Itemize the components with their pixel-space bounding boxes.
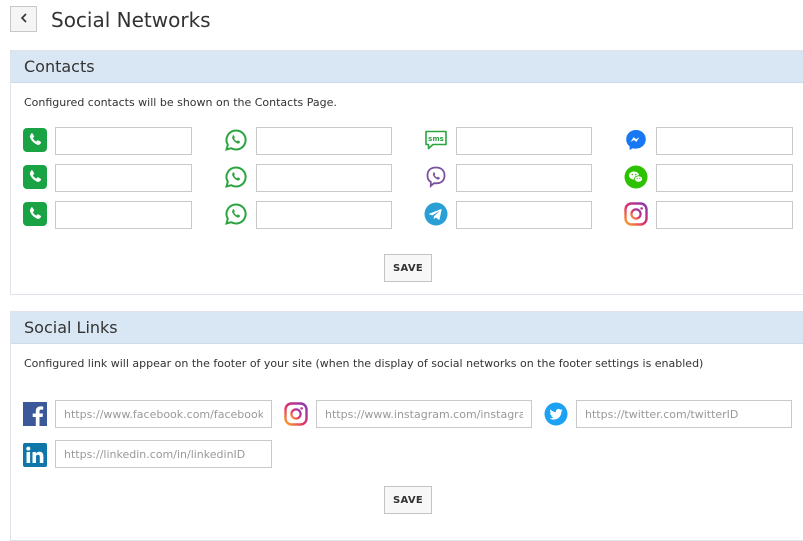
contacts-save-button[interactable]: SAVE <box>384 254 432 282</box>
whatsapp-2-input[interactable] <box>256 164 392 192</box>
phone-icon <box>23 128 47 152</box>
svg-text:sms: sms <box>428 135 444 143</box>
sms-input[interactable] <box>456 127 592 155</box>
instagram-icon <box>624 202 648 226</box>
whatsapp-icon <box>224 202 248 226</box>
phone-1-input[interactable] <box>55 127 192 155</box>
contacts-heading: Contacts <box>11 51 803 83</box>
whatsapp-1-input[interactable] <box>256 127 392 155</box>
contacts-panel: Contacts Configured contacts will be sho… <box>10 50 803 295</box>
whatsapp-icon <box>224 165 248 189</box>
social-links-description: Configured link will appear on the foote… <box>24 357 704 370</box>
twitter-icon <box>544 402 568 426</box>
instagram-icon <box>284 402 308 426</box>
phone-2-input[interactable] <box>55 164 192 192</box>
social-links-save-button[interactable]: SAVE <box>384 486 432 514</box>
sms-icon: sms <box>424 128 448 152</box>
instagram-contact-input[interactable] <box>656 201 793 229</box>
linkedin-icon <box>23 443 47 467</box>
wechat-input[interactable] <box>656 164 793 192</box>
wechat-icon <box>624 165 648 189</box>
social-links-panel: Social Links Configured link will appear… <box>10 311 803 541</box>
whatsapp-icon <box>224 128 248 152</box>
viber-icon <box>424 165 448 189</box>
social-links-heading: Social Links <box>11 312 803 344</box>
chevron-left-icon <box>20 10 28 28</box>
telegram-icon <box>424 202 448 226</box>
phone-3-input[interactable] <box>55 201 192 229</box>
whatsapp-3-input[interactable] <box>256 201 392 229</box>
messenger-input[interactable] <box>656 127 793 155</box>
messenger-icon <box>624 128 648 152</box>
linkedin-url-input[interactable] <box>55 440 272 468</box>
back-button[interactable] <box>10 6 37 32</box>
telegram-input[interactable] <box>456 201 592 229</box>
instagram-url-input[interactable] <box>316 400 532 428</box>
facebook-icon <box>23 402 47 426</box>
phone-icon <box>23 165 47 189</box>
twitter-url-input[interactable] <box>576 400 792 428</box>
contacts-description: Configured contacts will be shown on the… <box>24 96 337 109</box>
phone-icon <box>23 202 47 226</box>
page-title: Social Networks <box>51 8 211 32</box>
viber-input[interactable] <box>456 164 592 192</box>
facebook-url-input[interactable] <box>55 400 272 428</box>
